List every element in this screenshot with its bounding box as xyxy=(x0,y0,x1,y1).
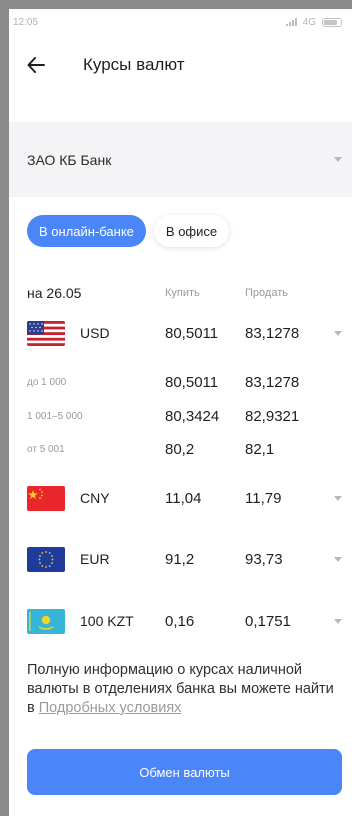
chevron-down-icon xyxy=(334,157,342,162)
buy-rate: 0,16 xyxy=(165,612,195,630)
usa-flag-icon xyxy=(27,320,65,346)
tier-label: от 5 001 xyxy=(27,443,65,455)
status-bar: 12:05 4G xyxy=(9,9,352,35)
buy-rate: 11,04 xyxy=(165,489,202,507)
rate-tabs: В онлайн-банке В офисе xyxy=(27,215,230,247)
currency-code: USD xyxy=(80,325,110,341)
detailed-terms-link[interactable]: Подробных условиях xyxy=(39,700,182,716)
usd-tier-row: от 5 001 80,2 82,1 xyxy=(9,439,352,459)
currency-row-cny[interactable]: CNY 11,04 11,79 xyxy=(9,483,352,513)
tier-sell-rate: 83,1278 xyxy=(245,373,300,391)
app-bar: Курсы валют xyxy=(9,35,352,95)
chevron-down-icon xyxy=(334,556,342,562)
sell-column-header: Продать xyxy=(245,287,288,299)
sell-rate: 93,73 xyxy=(245,550,283,568)
status-time: 12:05 xyxy=(13,16,39,28)
chevron-down-icon xyxy=(334,495,342,501)
bank-select-value: ЗАО КБ Банк xyxy=(27,151,112,168)
tier-sell-rate: 82,1 xyxy=(245,440,275,458)
currency-exchange-button[interactable]: Обмен валюты xyxy=(27,749,342,795)
kazakhstan-flag-icon xyxy=(27,608,65,634)
china-flag-icon xyxy=(27,485,65,511)
tier-buy-rate: 80,3424 xyxy=(165,407,220,425)
chevron-down-icon xyxy=(334,618,342,624)
usd-tier-row: до 1 000 80,5011 83,1278 xyxy=(9,372,352,392)
currency-code: EUR xyxy=(80,551,110,567)
sell-rate: 0,1751 xyxy=(245,612,291,630)
currency-row-kzt[interactable]: 100 KZT 0,16 0,1751 xyxy=(9,606,352,636)
usd-tier-row: 1 001–5 000 80,3424 82,9321 xyxy=(9,406,352,426)
buy-rate: 80,5011 xyxy=(165,324,219,342)
network-label: 4G xyxy=(302,16,316,28)
buy-rate: 91,2 xyxy=(165,550,195,568)
rates-date: на 26.05 xyxy=(27,285,82,301)
chevron-down-icon xyxy=(334,330,342,336)
tier-buy-rate: 80,5011 xyxy=(165,373,219,391)
app-screen: 12:05 4G Курсы валют ЗАО КБ Банк В онлай… xyxy=(9,9,352,816)
sell-rate: 83,1278 xyxy=(245,324,300,342)
tier-label: 1 001–5 000 xyxy=(27,410,83,422)
tier-label: до 1 000 xyxy=(27,376,67,388)
bank-select[interactable]: ЗАО КБ Банк xyxy=(9,122,352,197)
tab-online-bank[interactable]: В онлайн-банке xyxy=(27,215,146,247)
tier-buy-rate: 80,2 xyxy=(165,440,195,458)
cash-rates-info: Полную информацию о курсах наличной валю… xyxy=(27,661,345,718)
eu-flag-icon xyxy=(27,546,65,572)
page-title: Курсы валют xyxy=(83,55,185,74)
back-arrow-icon[interactable] xyxy=(27,54,49,76)
battery-icon xyxy=(322,17,342,27)
tier-sell-rate: 82,9321 xyxy=(245,407,300,425)
rates-header: на 26.05 Купить Продать xyxy=(9,283,352,303)
currency-code: CNY xyxy=(80,490,110,506)
currency-row-usd[interactable]: USD 80,5011 83,1278 xyxy=(9,318,352,348)
currency-code: 100 KZT xyxy=(80,613,134,629)
tab-office[interactable]: В офисе xyxy=(153,215,230,247)
buy-column-header: Купить xyxy=(165,287,200,299)
sell-rate: 11,79 xyxy=(245,489,282,507)
currency-row-eur[interactable]: EUR 91,2 93,73 xyxy=(9,544,352,574)
signal-icon xyxy=(285,18,297,26)
